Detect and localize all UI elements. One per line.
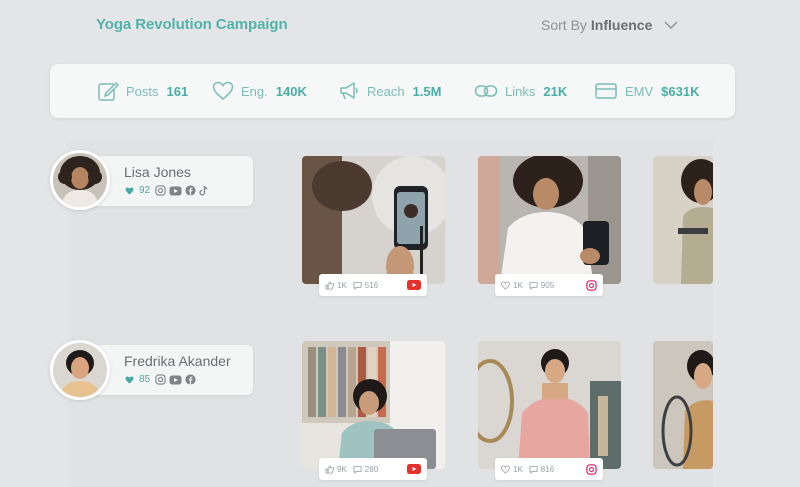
likes-count: 1K <box>513 280 523 290</box>
influence-score: 92 <box>139 185 151 196</box>
stat-label: Eng. <box>241 83 268 99</box>
likes-count: 1K <box>337 280 347 290</box>
chevron-down-icon <box>664 21 678 29</box>
facebook-icon[interactable] <box>185 374 196 385</box>
heart-icon <box>501 280 510 290</box>
post-thumbnail[interactable] <box>478 341 621 469</box>
comment-icon <box>353 281 362 290</box>
influencer-name: Fredrika Akander <box>124 353 231 369</box>
stat-label: Links <box>505 83 536 99</box>
youtube-icon[interactable] <box>169 375 182 385</box>
stat-emv: EMV $631K <box>594 64 699 118</box>
post-stats-bar: 9K 280 <box>319 458 427 480</box>
stat-posts: Posts 161 <box>97 64 188 118</box>
likes-count: 9K <box>337 464 347 474</box>
heart-icon <box>125 375 134 384</box>
stats-bar: Posts 161 Eng. 140K Reach 1.5M Links 21K… <box>50 64 735 118</box>
influence-score: 85 <box>139 374 151 385</box>
tiktok-icon[interactable] <box>199 185 209 196</box>
post-stats-bar: 1K 905 <box>495 274 603 296</box>
facebook-icon[interactable] <box>185 185 196 196</box>
stat-reach: Reach 1.5M <box>338 64 441 118</box>
megaphone-icon <box>340 82 358 100</box>
comment-icon <box>353 465 362 474</box>
heart-icon <box>125 186 134 195</box>
stat-value: 21K <box>543 83 568 99</box>
sort-dropdown[interactable]: Sort By Influence <box>541 17 678 33</box>
comments-count: 516 <box>364 280 379 290</box>
comment-icon <box>529 281 538 290</box>
influencer-meta: 92 <box>125 185 212 196</box>
stat-value: 1.5M <box>412 83 442 99</box>
heart-icon <box>501 464 510 474</box>
post-stats-bar: 1K 816 <box>495 458 603 480</box>
instagram-icon[interactable] <box>155 185 166 196</box>
link-icon <box>474 85 498 97</box>
edit-icon <box>98 81 119 101</box>
instagram-icon[interactable] <box>586 279 597 291</box>
avatar[interactable] <box>50 340 110 400</box>
post-thumbnail[interactable] <box>302 156 445 284</box>
sort-label: Sort By <box>541 17 587 33</box>
post-thumbnail[interactable] <box>302 341 445 469</box>
stat-label: EMV <box>625 83 654 99</box>
comments-count: 905 <box>540 280 555 290</box>
comment-icon <box>529 465 538 474</box>
stat-engagement: Eng. 140K <box>212 64 307 118</box>
comments-count: 816 <box>540 464 555 474</box>
avatar[interactable] <box>50 150 110 210</box>
post-thumbnail[interactable] <box>478 156 621 284</box>
comments-count: 280 <box>364 464 379 474</box>
card-icon <box>595 83 617 99</box>
youtube-icon[interactable] <box>407 280 421 290</box>
heart-icon <box>212 81 234 100</box>
campaign-title: Yoga Revolution Campaign <box>96 16 288 33</box>
influencer-meta: 85 <box>125 374 199 385</box>
stat-value: 140K <box>275 83 307 99</box>
post-stats-bar: 1K 516 <box>319 274 427 296</box>
stat-label: Posts <box>126 83 159 99</box>
youtube-icon[interactable] <box>169 186 182 196</box>
stat-links: Links 21K <box>474 64 567 118</box>
stat-value: 161 <box>166 83 189 99</box>
post-thumbnail[interactable] <box>653 156 713 284</box>
stat-label: Reach <box>367 83 405 99</box>
post-thumbnail[interactable] <box>653 341 713 469</box>
stat-value: $631K <box>661 83 700 99</box>
instagram-icon[interactable] <box>155 374 166 385</box>
youtube-icon[interactable] <box>407 464 421 474</box>
thumbs-up-icon <box>325 464 334 474</box>
sort-value: Influence <box>590 17 653 33</box>
likes-count: 1K <box>513 464 523 474</box>
thumbs-up-icon <box>325 280 334 290</box>
influencer-name: Lisa Jones <box>124 164 191 180</box>
instagram-icon[interactable] <box>586 463 597 475</box>
